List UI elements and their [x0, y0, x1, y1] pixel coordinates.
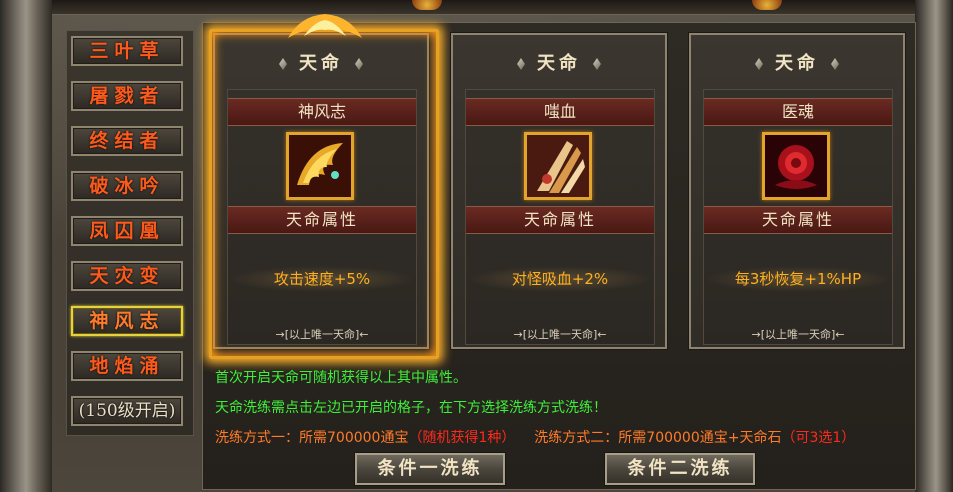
card-caption-text: 天命 [299, 53, 343, 74]
attribute-title: 天命属性 [228, 206, 416, 234]
attribute-title: 天命属性 [466, 206, 654, 234]
refine-one-button[interactable]: 条件一洗练 [354, 452, 506, 486]
nav-item-shenfengzhi[interactable]: 神风志 [71, 306, 183, 336]
destiny-card[interactable]: 天命 医魂 天命属性 每3秒恢复+1%HP →[以上唯一天命]← [688, 32, 906, 350]
destiny-card[interactable]: 天命 嗤血 天命属性 对怪吸血+2% →[以上唯一天命]← [450, 32, 668, 350]
card-body: 嗤血 天命属性 对怪吸血+2% →[以上唯一天命]← [465, 89, 655, 345]
info-line-1: 首次开启天命可随机获得以上其中属性。 [215, 370, 467, 386]
info-line-2: 天命洗练需点击左边已开启的格子，在下方选择洗练方式洗练！ [215, 400, 607, 416]
nav-item-tianzaibian[interactable]: 天灾变 [71, 261, 183, 291]
unique-note: →[以上唯一天命]← [513, 328, 607, 341]
jewel-ornament [412, 0, 442, 10]
destiny-name: 神风志 [228, 98, 416, 126]
refine-two-button[interactable]: 条件二洗练 [604, 452, 756, 486]
nav-item-sanyecao[interactable]: 三叶草 [71, 36, 183, 66]
nav-item-fengqiuhuang[interactable]: 凤囚凰 [71, 216, 183, 246]
left-stone-pillar [0, 0, 52, 492]
jewel-ornament [752, 0, 782, 10]
diamond-ornament-icon [755, 58, 763, 70]
attribute-effect: 对怪吸血+2% [466, 266, 654, 292]
flame-crest-icon [288, 14, 362, 38]
right-stone-pillar [915, 0, 953, 492]
destiny-panel: 天命 神风志 天命属性 攻击速度+5% →[以上唯一天命]← 天命 嗤血 天命属… [202, 14, 916, 490]
diamond-ornament-icon [593, 58, 601, 70]
method-one-note: （随机获得1种） [408, 430, 516, 446]
attribute-effect: 每3秒恢复+1%HP [704, 266, 892, 292]
destiny-name: 嗤血 [466, 98, 654, 126]
method-one-text: 洗练方式一：所需700000通宝 [215, 430, 409, 446]
nav-item-diyanyong[interactable]: 地焰涌 [71, 351, 183, 381]
card-caption: 天命 [453, 49, 665, 75]
red-rose-icon[interactable] [762, 132, 830, 200]
card-body: 医魂 天命属性 每3秒恢复+1%HP →[以上唯一天命]← [703, 89, 893, 345]
unique-note: →[以上唯一天命]← [275, 328, 369, 341]
info-line-methods: 洗练方式一：所需700000通宝（随机获得1种） 洗练方式二：所需700000通… [215, 427, 855, 447]
diamond-ornament-icon [355, 58, 363, 70]
game-window: 三叶草 屠戮者 终结者 破冰吟 凤囚凰 天灾变 神风志 地焰涌 (150级开启)… [0, 0, 953, 492]
claw-blade-icon[interactable] [524, 132, 592, 200]
diamond-ornament-icon [517, 58, 525, 70]
nav-item-zhongjiezhe[interactable]: 终结者 [71, 126, 183, 156]
attribute-title: 天命属性 [704, 206, 892, 234]
diamond-ornament-icon [279, 58, 287, 70]
attribute-effect: 攻击速度+5% [228, 266, 416, 292]
destiny-card[interactable]: 天命 神风志 天命属性 攻击速度+5% →[以上唯一天命]← [209, 14, 439, 359]
refine-info: 首次开启天命可随机获得以上其中属性。 天命洗练需点击左边已开启的格子，在下方选择… [211, 359, 907, 451]
card-caption-text: 天命 [537, 53, 581, 74]
nav-item-tuluzhe[interactable]: 屠戮者 [71, 81, 183, 111]
card-caption: 天命 [215, 49, 427, 75]
golden-wing-icon[interactable] [286, 132, 354, 200]
card-body: 神风志 天命属性 攻击速度+5% →[以上唯一天命]← [227, 89, 417, 345]
destiny-nav: 三叶草 屠戮者 终结者 破冰吟 凤囚凰 天灾变 神风志 地焰涌 (150级开启) [66, 30, 194, 436]
card-caption: 天命 [691, 49, 903, 75]
nav-item-pobingyin[interactable]: 破冰吟 [71, 171, 183, 201]
card-caption-text: 天命 [775, 53, 819, 74]
destiny-name: 医魂 [704, 98, 892, 126]
method-two-note: （可3选1） [781, 430, 856, 446]
top-decor-strip [52, 0, 915, 15]
unique-note: →[以上唯一天命]← [751, 328, 845, 341]
method-two-text: 洗练方式二：所需700000通宝+天命石 [534, 430, 782, 446]
nav-item-locked[interactable]: (150级开启) [71, 396, 183, 426]
diamond-ornament-icon [831, 58, 839, 70]
